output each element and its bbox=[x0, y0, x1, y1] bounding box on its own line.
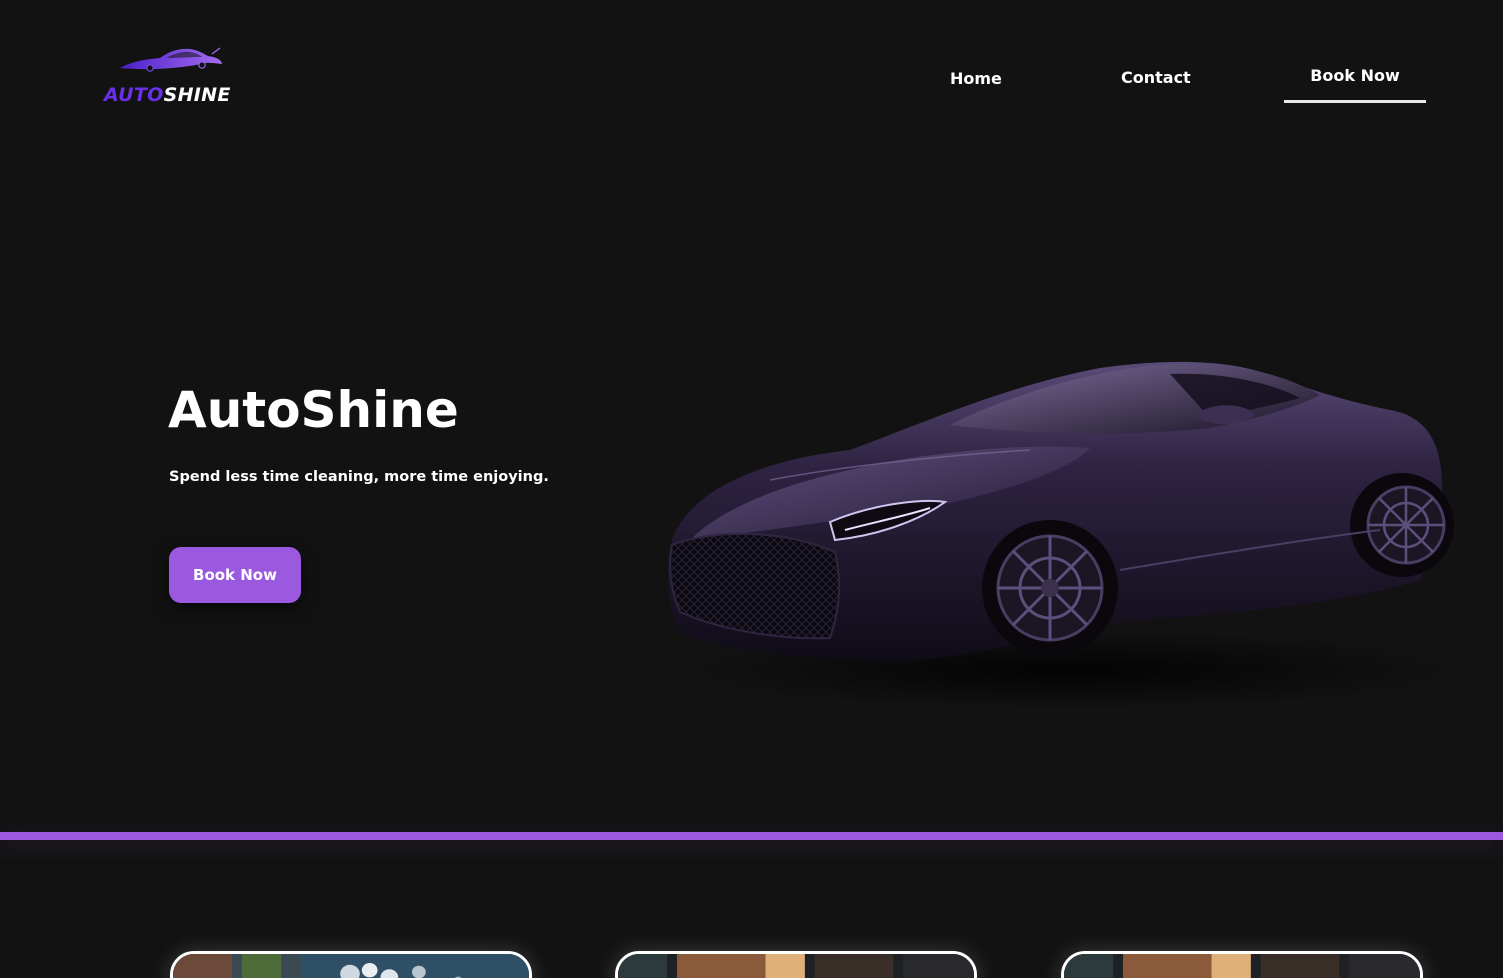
service-card-interior-2[interactable] bbox=[1061, 951, 1423, 978]
section-divider bbox=[0, 832, 1503, 840]
interior-detailing-image bbox=[618, 954, 974, 978]
nav-book-now-link[interactable]: Book Now bbox=[1284, 62, 1426, 103]
page: AUTOSHINE Home Contact Book Now AutoShin… bbox=[0, 0, 1503, 978]
hero-title: AutoShine bbox=[168, 381, 459, 439]
logo-text-shine: SHINE bbox=[163, 84, 231, 106]
nav-home-link[interactable]: Home bbox=[950, 69, 1002, 88]
sports-car-logo-icon bbox=[120, 47, 222, 72]
logo-wordmark: AUTOSHINE bbox=[104, 84, 231, 106]
nav-contact-link[interactable]: Contact bbox=[1121, 68, 1191, 87]
service-card-wash[interactable] bbox=[170, 951, 532, 978]
interior-detailing-image bbox=[1064, 954, 1420, 978]
hero-subtitle: Spend less time cleaning, more time enjo… bbox=[169, 469, 549, 485]
sports-car-image bbox=[668, 361, 1460, 710]
logo-text-auto: AUTO bbox=[104, 84, 164, 106]
site-logo[interactable]: AUTOSHINE bbox=[104, 44, 234, 110]
hero-book-now-button[interactable]: Book Now bbox=[169, 547, 301, 603]
car-wash-foam-image bbox=[173, 954, 529, 978]
service-card-interior-1[interactable] bbox=[615, 951, 977, 978]
